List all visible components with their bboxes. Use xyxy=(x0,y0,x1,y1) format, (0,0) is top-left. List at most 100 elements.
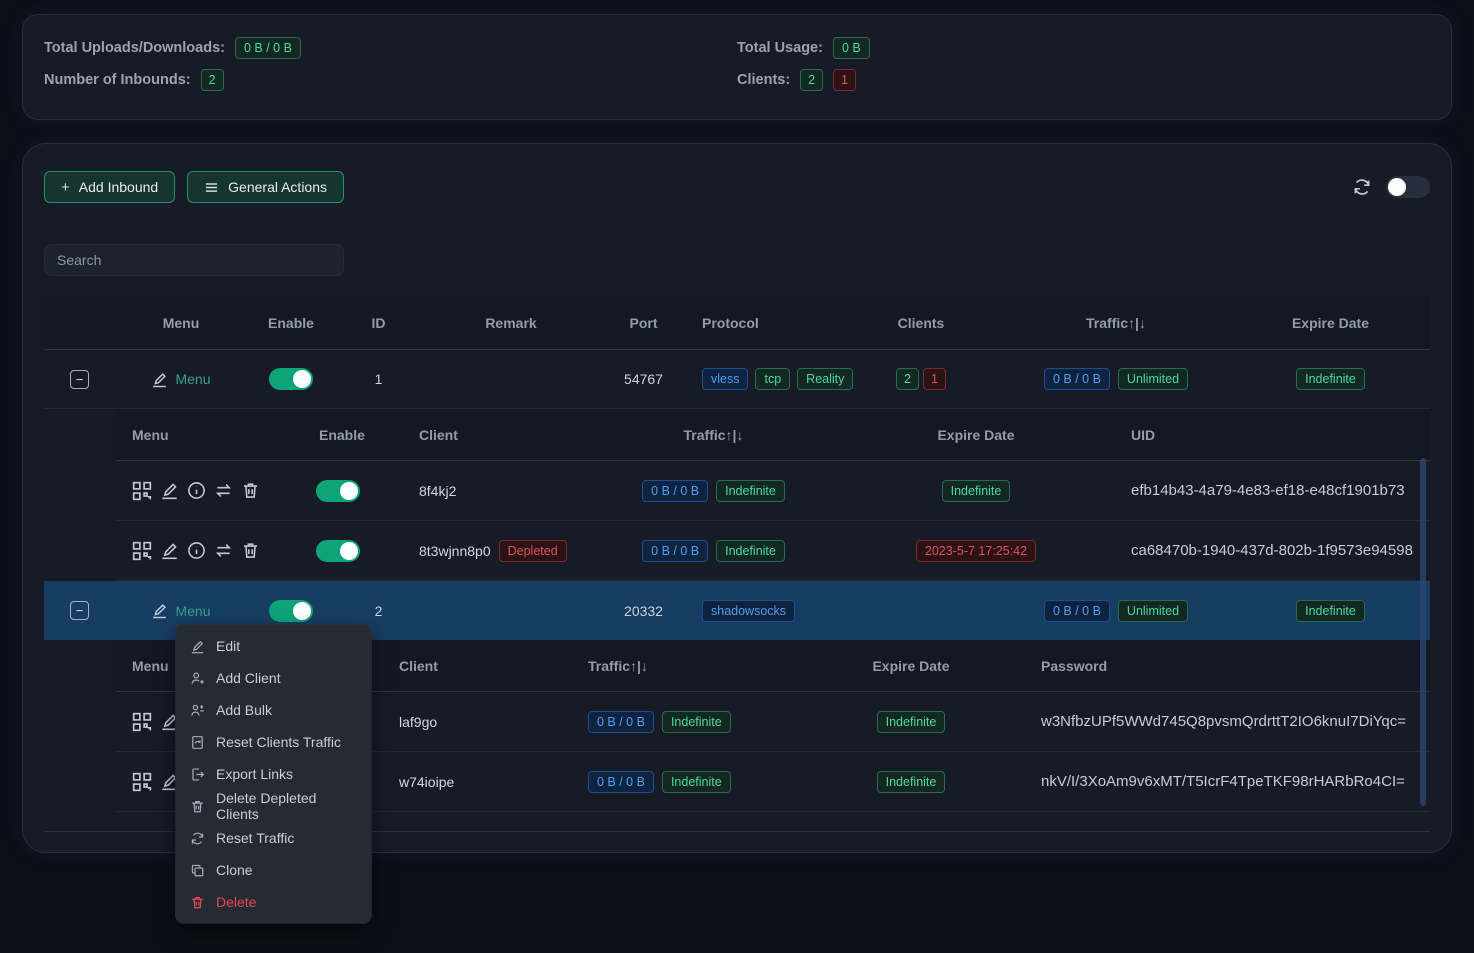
inbound-menu-button[interactable]: Menu xyxy=(151,371,210,388)
expire-cell: Indefinite xyxy=(801,711,1021,733)
collapse-row-button[interactable]: − xyxy=(70,601,89,620)
inbound-menu-button[interactable]: Menu xyxy=(151,602,210,619)
trash-icon xyxy=(190,799,205,814)
qrcode-icon[interactable] xyxy=(132,712,152,732)
qrcode-icon[interactable] xyxy=(132,772,152,792)
hamburger-icon xyxy=(204,180,219,195)
traffic-badge: 0 B / 0 B xyxy=(642,540,708,562)
traffic-cell: 0 B / 0 B Indefinite xyxy=(581,480,846,502)
header-id: ID xyxy=(336,315,421,331)
edit-client-icon[interactable] xyxy=(160,481,179,500)
subheader-client: Client xyxy=(401,427,581,443)
menu-item-edit[interactable]: Edit xyxy=(176,630,371,662)
header-enable: Enable xyxy=(246,315,336,331)
client-enable-toggle[interactable] xyxy=(316,540,360,562)
edit-icon xyxy=(151,371,168,388)
expire-cell: Indefinite xyxy=(1231,600,1430,622)
stat-value-badge: 0 B xyxy=(833,37,870,59)
trash-icon xyxy=(190,895,205,910)
traffic-cell: 0 B / 0 B Indefinite xyxy=(566,771,801,793)
toggle-knob xyxy=(340,482,358,500)
clients-active-badge: 2 xyxy=(896,368,919,390)
stat-value-badge: 2 xyxy=(201,69,224,91)
subheader-traffic[interactable]: Traffic↑|↓ xyxy=(566,658,801,674)
collapse-row-button[interactable]: − xyxy=(70,370,89,389)
reset-traffic-icon[interactable] xyxy=(214,481,233,500)
menu-item-export-links[interactable]: Export Links xyxy=(176,758,371,790)
refresh-icon[interactable] xyxy=(1352,177,1372,197)
menu-cell: Menu xyxy=(116,371,246,388)
edit-client-icon[interactable] xyxy=(160,541,179,560)
traffic-limit-badge: Unlimited xyxy=(1118,368,1188,390)
minus-icon: − xyxy=(76,604,84,617)
inbound-id: 2 xyxy=(336,603,421,619)
menu-item-reset-clients-traffic[interactable]: Reset Clients Traffic xyxy=(176,726,371,758)
sync-icon xyxy=(190,831,205,846)
toolbar: + Add Inbound General Actions xyxy=(44,171,1430,203)
inbound-menu-label: Menu xyxy=(175,371,210,387)
subheader-expire: Expire Date xyxy=(846,427,1106,443)
expire-cell: Indefinite xyxy=(846,480,1106,502)
inbound-enable-toggle[interactable] xyxy=(269,600,313,622)
scrollbar-thumb[interactable] xyxy=(1420,458,1426,806)
traffic-limit-badge: Indefinite xyxy=(716,540,785,562)
inbound-port: 20332 xyxy=(601,603,686,619)
client-name-cell: 8f4kj2 xyxy=(401,483,581,499)
clients-active-badge: 2 xyxy=(800,69,823,91)
menu-item-reset-traffic[interactable]: Reset Traffic xyxy=(176,822,371,854)
expire-badge: Indefinite xyxy=(1296,368,1365,390)
expire-badge: Indefinite xyxy=(1296,600,1365,622)
client-password: w3NfbzUPf5WWd745Q8pvsmQrdrttT2IO6knuI7Di… xyxy=(1021,713,1430,730)
inbound-port: 54767 xyxy=(601,371,686,387)
users-add-icon xyxy=(190,703,205,718)
header-expire-date: Expire Date xyxy=(1231,315,1430,331)
menu-item-delete-depleted-clients[interactable]: Delete Depleted Clients xyxy=(176,790,371,822)
expand-cell: − xyxy=(44,370,116,389)
expire-cell: Indefinite xyxy=(1231,368,1430,390)
enable-cell xyxy=(246,368,336,390)
protocol-cell: shadowsocks xyxy=(686,600,841,622)
expire-cell: Indefinite xyxy=(801,771,1021,793)
qrcode-icon[interactable] xyxy=(132,481,152,501)
traffic-badge: 0 B / 0 B xyxy=(1044,600,1110,622)
menu-item-delete[interactable]: Delete xyxy=(176,886,371,918)
traffic-cell: 0 B / 0 B Indefinite xyxy=(566,711,801,733)
copy-icon xyxy=(190,863,205,878)
menu-cell: Menu xyxy=(116,602,246,619)
search-input[interactable] xyxy=(44,244,344,276)
info-icon[interactable] xyxy=(187,541,206,560)
plus-icon: + xyxy=(61,179,70,196)
enable-cell xyxy=(301,540,401,562)
add-inbound-button[interactable]: + Add Inbound xyxy=(44,171,175,203)
general-actions-button[interactable]: General Actions xyxy=(187,171,344,203)
reset-traffic-icon[interactable] xyxy=(214,541,233,560)
toggle-knob xyxy=(293,370,311,388)
menu-item-clone[interactable]: Clone xyxy=(176,854,371,886)
inbound-enable-toggle[interactable] xyxy=(269,368,313,390)
delete-client-icon[interactable] xyxy=(241,541,260,560)
info-icon[interactable] xyxy=(187,481,206,500)
client-name: 8f4kj2 xyxy=(419,483,456,499)
header-protocol: Protocol xyxy=(686,315,841,331)
client-enable-toggle[interactable] xyxy=(316,480,360,502)
delete-client-icon[interactable] xyxy=(241,481,260,500)
traffic-limit-badge: Indefinite xyxy=(662,771,731,793)
subheader-traffic[interactable]: Traffic↑|↓ xyxy=(581,427,846,443)
traffic-limit-badge: Unlimited xyxy=(1118,600,1188,622)
user-add-icon xyxy=(190,671,205,686)
stat-label: Clients: xyxy=(737,72,790,88)
qrcode-icon[interactable] xyxy=(132,541,152,561)
expire-cell: 2023-5-7 17:25:42 xyxy=(846,540,1106,562)
traffic-badge: 0 B / 0 B xyxy=(588,771,654,793)
auto-refresh-toggle[interactable] xyxy=(1386,176,1430,198)
subheader-client: Client xyxy=(386,658,566,674)
stat-label: Number of Inbounds: xyxy=(44,72,191,88)
expand-cell: − xyxy=(44,601,116,620)
menu-item-add-client[interactable]: Add Client xyxy=(176,662,371,694)
edit-icon xyxy=(151,602,168,619)
header-traffic[interactable]: Traffic↑|↓ xyxy=(1001,315,1231,331)
menu-item-add-bulk[interactable]: Add Bulk xyxy=(176,694,371,726)
toggle-knob xyxy=(293,602,311,620)
stat-label: Total Uploads/Downloads: xyxy=(44,40,225,56)
subheader-menu: Menu xyxy=(116,427,301,443)
